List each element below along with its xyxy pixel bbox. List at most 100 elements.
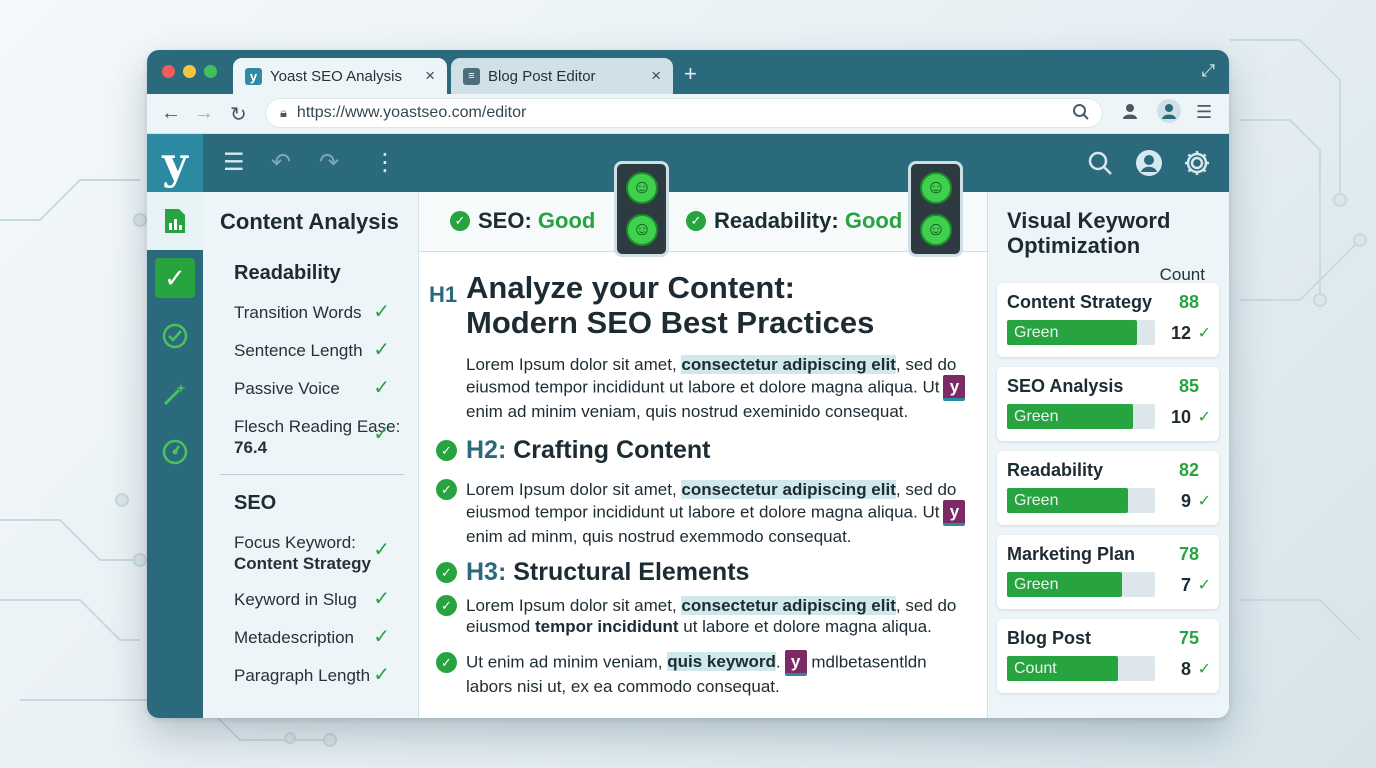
green-check-icon: ✓	[1197, 409, 1211, 426]
more-options-icon[interactable]: ⋮	[373, 148, 397, 177]
score-bar-fill: Green	[1007, 488, 1129, 513]
hamburger-menu-icon[interactable]: ☰	[223, 148, 245, 177]
text: Lorem Ipsum dolor sit amet,	[466, 596, 682, 615]
green-check-icon: ✓	[436, 652, 457, 673]
check-item-keyword-in-slug[interactable]: Keyword in Slug ✓	[234, 589, 404, 610]
score-bar: Green	[1007, 404, 1155, 429]
h1-line: Modern SEO Best Practices	[466, 305, 875, 340]
document-icon: ≡	[463, 67, 480, 85]
h3-heading[interactable]: H3: Structural Elements	[466, 558, 749, 587]
url-field[interactable]: 🔒︎ https://www.yoastseo.com/editor	[265, 98, 1103, 128]
green-check-icon: ✓	[373, 626, 390, 648]
settings-gear-icon[interactable]	[1183, 149, 1211, 184]
account-avatar-icon[interactable]	[1157, 99, 1181, 128]
paragraph-2[interactable]: Lorem Ipsum dolor sit amet, consectetur …	[466, 479, 971, 547]
keyword-score: 78	[1178, 544, 1199, 564]
seo-status-value: Good	[537, 208, 596, 233]
check-item-transition-words[interactable]: Transition Words ✓	[234, 302, 404, 323]
keyword-card[interactable]: SEO Analysis 85 Green 10 ✓	[997, 367, 1219, 441]
green-check-icon: ✓	[1197, 577, 1211, 594]
keyword-card[interactable]: Readability 82 Green 9 ✓	[997, 451, 1219, 525]
keyword-card[interactable]: Blog Post 75 Count 8 ✓	[997, 619, 1219, 693]
h2-heading[interactable]: H2: Crafting Content	[466, 436, 710, 465]
tab-label: Yoast SEO Analysis	[270, 67, 403, 85]
green-check-icon: ✓	[373, 539, 390, 561]
fullscreen-icon[interactable]: ⤢	[1201, 61, 1215, 81]
gauge-icon[interactable]	[155, 432, 195, 472]
zoom-window-button[interactable]	[204, 65, 217, 78]
text: .	[775, 652, 781, 672]
keyword-highlight: quis keyword	[667, 652, 776, 672]
paragraph-4[interactable]: Ut enim ad minim veniam, quis keyword. y …	[466, 650, 971, 697]
panel-title: Visual Keyword Optimization	[1007, 208, 1171, 258]
url-text: https://www.yoastseo.com/editor	[296, 104, 527, 121]
check-item-label: Keyword in Slug	[234, 590, 357, 609]
back-arrow-icon[interactable]: ←	[161, 102, 181, 125]
editor-content: ✓ SEO: Good ✓ Readability: Good H1 Analy…	[419, 192, 987, 718]
close-tab-icon[interactable]: ×	[651, 66, 661, 86]
undo-icon[interactable]: ↶	[271, 148, 291, 177]
keyword-count: 7	[1180, 575, 1191, 595]
reload-icon[interactable]: ↻	[230, 102, 247, 127]
h1-heading[interactable]: Analyze your Content: Modern SEO Best Pr…	[466, 270, 874, 340]
check-item-flesch-reading-ease[interactable]: Flesch Reading Ease: 76.4 ✓	[234, 416, 404, 458]
h2-tag: H2:	[466, 436, 507, 464]
keyword-count: 10	[1170, 407, 1191, 427]
smiley-face-icon: ☺	[626, 214, 658, 246]
check-item-sentence-length[interactable]: Sentence Length ✓	[234, 340, 404, 361]
redo-icon[interactable]: ↷	[319, 148, 339, 177]
h1-line: Analyze your Content:	[466, 270, 795, 305]
keyword-name: SEO Analysis	[1007, 376, 1124, 396]
keyword-count: 9	[1180, 491, 1191, 511]
keyword-card[interactable]: Marketing Plan 78 Green 7 ✓	[997, 535, 1219, 609]
tab-yoast-seo-analysis[interactable]: y Yoast SEO Analysis ×	[233, 58, 447, 94]
document-chart-icon[interactable]	[147, 192, 203, 250]
paragraph-1[interactable]: Lorem Ipsum dolor sit amet, consectetur …	[466, 354, 971, 422]
score-bar-fill: Green	[1007, 320, 1138, 345]
new-tab-button[interactable]: +	[684, 61, 697, 87]
close-tab-icon[interactable]: ×	[425, 66, 435, 86]
text: Lorem Ipsum dolor sit amet,	[466, 480, 682, 499]
close-window-button[interactable]	[162, 65, 175, 78]
status-bar: ✓ SEO: Good ✓ Readability: Good	[419, 192, 987, 252]
check-item-label: Sentence Length	[234, 341, 363, 360]
circle-check-icon[interactable]	[155, 316, 195, 356]
tab-blog-post-editor[interactable]: ≡ Blog Post Editor ×	[451, 58, 673, 94]
keyword-highlight: consectetur adipiscing elit	[681, 596, 896, 615]
score-bar-fill: Count	[1007, 656, 1118, 681]
smiley-face-icon: ☺	[920, 214, 952, 246]
forward-arrow-icon[interactable]: →	[194, 102, 214, 125]
check-item-label: Paragraph Length	[234, 666, 371, 685]
green-check-icon: ✓	[436, 440, 457, 461]
text: Lorem Ipsum dolor sit amet,	[466, 355, 682, 374]
tab-bar: y Yoast SEO Analysis × ≡ Blog Post Edito…	[147, 50, 1229, 94]
green-check-icon: ✓	[373, 339, 390, 361]
check-item-metadescription[interactable]: Metadescription ✓	[234, 627, 404, 648]
browser-menu-icon[interactable]: ☰	[1196, 102, 1212, 123]
check-item-focus-keyword[interactable]: Focus Keyword: Content Strategy ✓	[234, 532, 404, 574]
user-account-icon[interactable]	[1135, 149, 1163, 184]
readability-status-label: Readability:	[714, 208, 839, 233]
h2-text: Crafting Content	[513, 436, 711, 464]
check-item-passive-voice[interactable]: Passive Voice ✓	[234, 378, 404, 399]
address-bar: ← → ↻ 🔒︎ https://www.yoastseo.com/editor…	[147, 94, 1229, 134]
keyword-card[interactable]: Content Strategy 88 Green 12 ✓	[997, 283, 1219, 357]
paragraph-3[interactable]: Lorem Ipsum dolor sit amet, consectetur …	[466, 595, 971, 637]
check-item-paragraph-length[interactable]: Paragraph Length ✓	[234, 665, 404, 686]
keyword-count: 12	[1170, 323, 1191, 343]
check-item-label: Focus Keyword:	[234, 533, 356, 552]
profile-icon[interactable]	[1121, 102, 1139, 125]
magic-wand-icon[interactable]	[155, 374, 195, 414]
analysis-check-icon[interactable]: ✓	[155, 258, 195, 298]
minimize-window-button[interactable]	[183, 65, 196, 78]
check-item-label: Transition Words	[234, 303, 362, 322]
left-icon-rail: ✓	[147, 192, 203, 718]
text: ut labore et dolore magna aliqua.	[678, 617, 932, 636]
readability-heading: Readability	[234, 262, 341, 284]
green-check-icon: ✓	[373, 377, 390, 399]
yoast-y-icon: y	[245, 67, 262, 85]
search-icon[interactable]	[1087, 150, 1113, 183]
text: mdlbetasentldn	[806, 652, 927, 672]
search-icon[interactable]	[1072, 103, 1090, 126]
keyword-name: Readability	[1007, 460, 1104, 480]
